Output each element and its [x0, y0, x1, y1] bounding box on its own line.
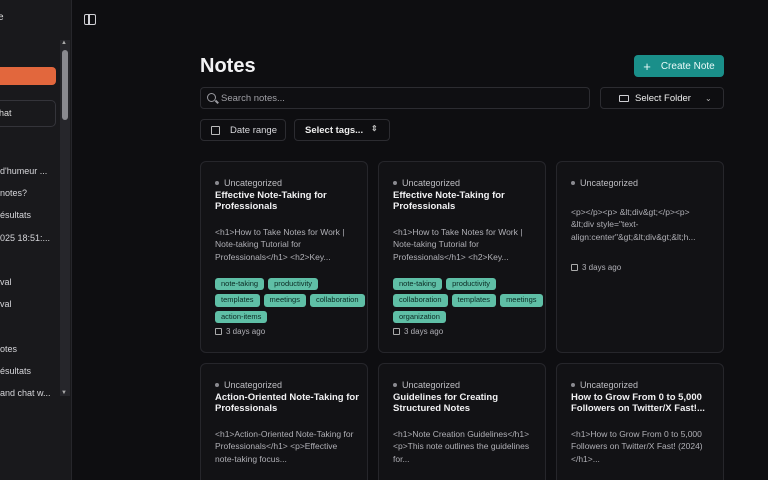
scroll-up-arrow-icon[interactable]: ▲ [61, 40, 67, 46]
note-category-label: Uncategorized [402, 380, 461, 390]
scroll-down-arrow-icon[interactable]: ▼ [61, 390, 67, 396]
tags-select-label: Select tags... [305, 125, 364, 136]
note-excerpt: <h1>How to Take Notes for Work | Note-ta… [393, 227, 523, 262]
category-dot-icon [215, 383, 219, 387]
note-category-label: Uncategorized [580, 178, 639, 188]
note-date-label: 3 days ago [582, 263, 622, 272]
note-title: Effective Note-Taking for Professionals [393, 190, 505, 212]
tag[interactable]: collaboration [309, 294, 365, 307]
note-category-label: Uncategorized [224, 380, 283, 390]
note-category: Uncategorized [215, 380, 282, 390]
sidebar-item[interactable]: otes [0, 344, 17, 354]
sidebar-chat-label: hat [0, 108, 12, 118]
tags-select[interactable]: Select tags... ⇕ [294, 119, 390, 141]
note-excerpt: <p></p><p> &lt;div&gt;</p><p> &lt;div st… [571, 207, 696, 242]
sidebar-item[interactable]: notes? [0, 188, 27, 198]
search-input[interactable] [221, 91, 581, 106]
sidebar-item[interactable]: 025 18:51:... [0, 233, 50, 243]
tag[interactable]: meetings [500, 294, 543, 307]
note-category: Uncategorized [571, 178, 638, 188]
note-date-label: 3 days ago [226, 327, 266, 336]
folder-icon [619, 95, 629, 102]
sidebar-chat-button[interactable]: hat [0, 100, 56, 127]
note-card[interactable]: Uncategorized How to Grow From 0 to 5,00… [556, 363, 724, 480]
sidebar-title: e [0, 12, 4, 23]
tag[interactable]: productivity [446, 278, 497, 291]
sidebar-item[interactable]: d'humeur ... [0, 166, 47, 176]
sidebar-active-item[interactable] [0, 67, 56, 85]
tag[interactable]: action-items [215, 310, 268, 323]
plus-icon: + [643, 58, 651, 74]
note-tags: note-taking productivity templates meeti… [215, 278, 365, 323]
sidebar-item[interactable]: ésultats [0, 366, 31, 376]
tag[interactable]: note-taking [393, 278, 443, 291]
create-note-button[interactable]: + Create Note [634, 55, 724, 77]
category-dot-icon [571, 383, 575, 387]
note-card[interactable]: Uncategorized Effective Note-Taking for … [200, 161, 368, 353]
note-title: How to Grow From 0 to 5,000 Followers on… [571, 392, 705, 414]
date-range-label: Date range [230, 125, 278, 136]
calendar-icon [393, 328, 400, 335]
sidebar: e hat d'humeur ... notes? ésultats 025 1… [0, 0, 72, 480]
tag[interactable]: templates [451, 294, 497, 307]
sidebar-item[interactable]: val [0, 277, 12, 287]
note-title: Action-Oriented Note-Taking for Professi… [215, 392, 359, 414]
tag[interactable]: organization [393, 310, 446, 323]
folder-select-label: Select Folder [635, 92, 691, 104]
note-category-label: Uncategorized [402, 178, 461, 188]
create-note-label: Create Note [660, 60, 715, 72]
note-date: 3 days ago [571, 263, 621, 272]
tag[interactable]: meetings [263, 294, 306, 307]
tag[interactable]: productivity [268, 278, 319, 291]
date-range-button[interactable]: Date range [200, 119, 286, 141]
category-dot-icon [393, 181, 397, 185]
note-date-label: 3 days ago [404, 327, 444, 336]
tag[interactable]: collaboration [393, 294, 448, 307]
sidebar-toggle-icon[interactable] [84, 14, 96, 25]
note-title: Guidelines for Creating Structured Notes [393, 392, 499, 414]
note-tags: note-taking productivity collaboration t… [393, 278, 543, 323]
category-dot-icon [393, 383, 397, 387]
category-dot-icon [571, 181, 575, 185]
sidebar-item[interactable]: and chat w... [0, 388, 51, 398]
note-excerpt: <h1>Action-Oriented Note-Taking for Prof… [215, 429, 354, 464]
note-category-label: Uncategorized [580, 380, 639, 390]
note-category: Uncategorized [571, 380, 638, 390]
note-title: Effective Note-Taking for Professionals [215, 190, 327, 212]
calendar-icon [571, 264, 578, 271]
note-card[interactable]: Uncategorized <p></p><p> &lt;div&gt;</p>… [556, 161, 724, 353]
scrollbar-thumb[interactable] [62, 50, 68, 120]
chevron-up-down-icon: ⇕ [371, 124, 378, 133]
calendar-icon [215, 328, 222, 335]
note-excerpt: <h1>Note Creation Guidelines</h1> <p>Thi… [393, 429, 530, 464]
chevron-down-icon: ⌄ [704, 93, 712, 103]
sidebar-item[interactable]: ésultats [0, 210, 31, 220]
tag[interactable]: note-taking [215, 278, 265, 291]
sidebar-scrollbar[interactable]: ▲ ▼ [60, 40, 70, 396]
folder-select[interactable]: Select Folder ⌄ [600, 87, 724, 109]
note-category: Uncategorized [393, 380, 460, 390]
note-excerpt: <h1>How to Take Notes for Work | Note-ta… [215, 227, 345, 262]
note-excerpt: <h1>How to Grow From 0 to 5,000 Follower… [571, 429, 703, 464]
category-dot-icon [215, 181, 219, 185]
note-date: 3 days ago [393, 327, 443, 336]
note-card[interactable]: Uncategorized Guidelines for Creating St… [378, 363, 546, 480]
note-category: Uncategorized [393, 178, 460, 188]
sidebar-item[interactable]: val [0, 299, 12, 309]
note-card[interactable]: Uncategorized Effective Note-Taking for … [378, 161, 546, 353]
page-title: Notes [200, 55, 256, 77]
calendar-icon [211, 126, 220, 135]
search-box[interactable] [200, 87, 590, 109]
note-category: Uncategorized [215, 178, 282, 188]
tag[interactable]: templates [215, 294, 260, 307]
note-date: 3 days ago [215, 327, 265, 336]
note-category-label: Uncategorized [224, 178, 283, 188]
note-card[interactable]: Uncategorized Action-Oriented Note-Takin… [200, 363, 368, 480]
search-icon [207, 93, 216, 102]
